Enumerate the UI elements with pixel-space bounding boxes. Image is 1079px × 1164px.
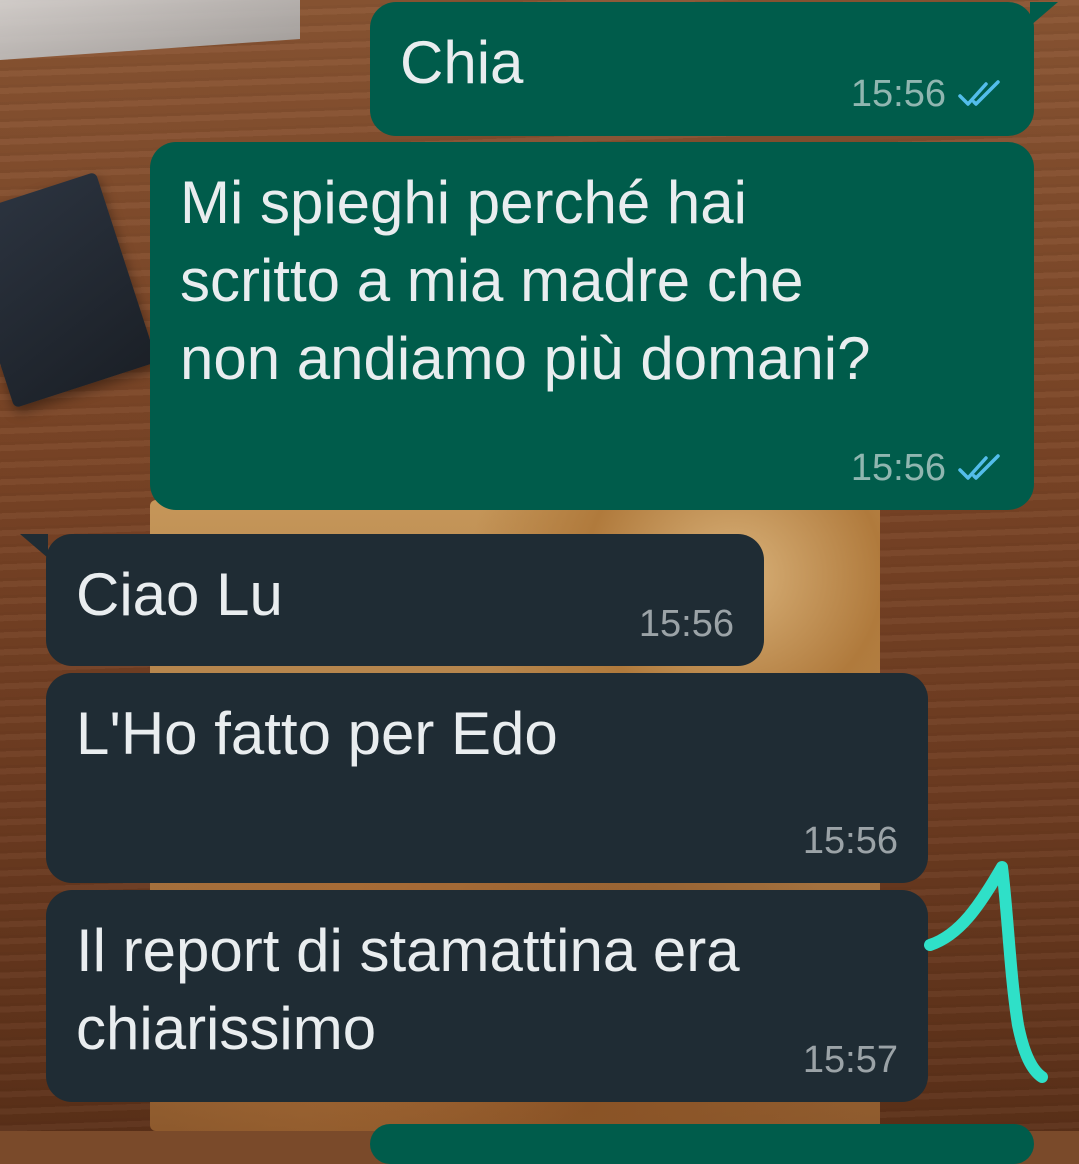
message-list[interactable]: Chia 15:56 Mi spieghi perché hai scritto… <box>0 0 1079 1164</box>
bubble-tail <box>20 534 48 558</box>
message-text: Il report di stamattina era chiarissimo <box>76 917 740 1062</box>
double-check-icon <box>958 454 1000 480</box>
incoming-message[interactable]: Ciao Lu 15:56 <box>46 534 764 666</box>
message-text: Chia <box>400 29 524 96</box>
message-time: 15:56 <box>802 820 898 862</box>
message-meta: 15:57 <box>803 1040 898 1080</box>
message-time: 15:56 <box>850 73 946 115</box>
drawn-arrow-annotation <box>924 861 1048 1083</box>
message-time: 15:56 <box>850 447 946 489</box>
message-meta: 15:56 <box>851 448 1004 488</box>
incoming-message[interactable]: Il report di stamattina era chiarissimo … <box>46 890 928 1102</box>
message-text: Mi spieghi perché hai scritto a mia madr… <box>180 169 871 392</box>
incoming-message[interactable]: L'Ho fatto per Edo 15:56 <box>46 673 928 883</box>
bubble-tail <box>1030 2 1058 26</box>
message-meta: 15:56 <box>851 74 1004 114</box>
message-time: 15:56 <box>638 603 734 645</box>
message-time: 15:57 <box>802 1039 898 1081</box>
outgoing-message-partial[interactable] <box>370 1124 1034 1164</box>
message-meta: 15:56 <box>803 821 898 861</box>
message-meta: 15:56 <box>639 604 734 644</box>
message-text: L'Ho fatto per Edo <box>76 700 558 767</box>
double-check-icon <box>958 80 1000 106</box>
outgoing-message[interactable]: Mi spieghi perché hai scritto a mia madr… <box>150 142 1034 510</box>
message-text: Ciao Lu <box>76 561 283 628</box>
outgoing-message[interactable]: Chia 15:56 <box>370 2 1034 136</box>
